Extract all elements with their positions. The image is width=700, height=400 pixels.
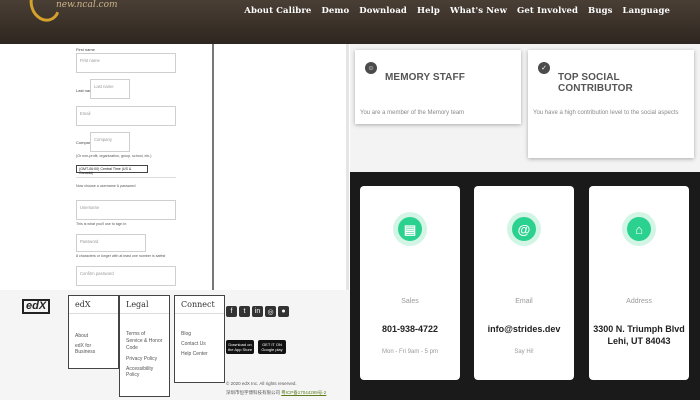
badge-card-top-contributor: ✓ TOP SOCIAL CONTRIBUTOR You have a high… — [528, 50, 694, 158]
top-navigation-bar: new.ncal.com About Calibre Demo Download… — [0, 0, 700, 44]
footer-col-legal: Legal Terms of Service & Honor Code Priv… — [119, 295, 170, 397]
footer-link-accessibility[interactable]: Accessibility Policy — [120, 364, 169, 380]
site-footer: edX edX About edX for Business Legal Ter… — [0, 290, 350, 400]
nav-help[interactable]: Help — [417, 6, 440, 16]
social-links: f t in ◎ ● — [226, 306, 289, 317]
instagram-icon[interactable]: ◎ — [265, 306, 276, 317]
icp-line: 深圳市恒宇博科技有限公司 粤ICP备17044299号-2 — [226, 390, 327, 395]
badge-title: TOP SOCIAL CONTRIBUTOR — [558, 72, 633, 94]
confirm-password-field[interactable]: Confirm password — [76, 266, 176, 286]
password-note: 8 characters or longer with at least one… — [76, 254, 166, 258]
copyright-text: © 2020 edX Inc. All rights reserved. — [226, 381, 297, 386]
badge-description: You are a member of the Memory team — [360, 110, 465, 116]
shield-check-icon: ✓ — [538, 62, 550, 74]
app-store-badge[interactable]: Download on the App Store — [226, 340, 254, 354]
badge-title: MEMORY STAFF — [385, 72, 465, 83]
contact-section: ▤ Sales 801-938-4722 Mon - Fri 9am - 5 p… — [350, 172, 700, 400]
last-name-field[interactable]: Last name — [90, 79, 130, 99]
form-divider — [76, 177, 176, 178]
timezone-select[interactable]: (GMT-06:00) Central Time (US & Canada) — [76, 165, 148, 175]
linkedin-icon[interactable]: in — [252, 306, 263, 317]
edx-logo[interactable]: edX — [22, 299, 51, 314]
avatar-icon: ☺ — [365, 62, 377, 74]
footer-col-title: edX — [69, 296, 118, 314]
site-logo-text[interactable]: new.ncal.com — [56, 0, 118, 10]
badge-card-memory-staff: ☺ MEMORY STAFF You are a member of the M… — [355, 50, 521, 124]
google-play-badge[interactable]: GET IT ON Google play — [258, 340, 286, 354]
nav-download[interactable]: Download — [359, 6, 407, 16]
footer-col-title: Connect — [175, 296, 224, 314]
contact-address[interactable]: 3300 N. Triumph Blvd Lehi, UT 84043 — [589, 323, 689, 347]
company-field[interactable]: Company — [90, 132, 130, 152]
at-icon: @ — [512, 217, 536, 241]
username-note: This is what you'll use to sign in. — [76, 222, 128, 226]
footer-link-contact[interactable]: Contact Us — [175, 339, 224, 349]
contact-label: Sales — [401, 298, 419, 305]
signup-form-panel: First name First name Last name Last nam… — [0, 44, 350, 290]
nav-whats-new[interactable]: What's New — [450, 6, 507, 16]
footer-link-privacy[interactable]: Privacy Policy — [120, 354, 169, 364]
first-name-field[interactable]: First name — [76, 53, 176, 73]
nav-language[interactable]: Language — [623, 6, 670, 16]
footer-col-connect: Connect Blog Contact Us Help Center — [174, 295, 225, 383]
footer-link-help-center[interactable]: Help Center — [175, 349, 224, 359]
nav-demo[interactable]: Demo — [321, 6, 349, 16]
achievements-section: ☺ MEMORY STAFF You are a member of the M… — [350, 44, 700, 172]
screen: new.ncal.com About Calibre Demo Download… — [0, 0, 700, 400]
contact-phone[interactable]: 801-938-4722 — [360, 323, 460, 335]
location-icon: ⌂ — [627, 217, 651, 241]
address-line-1: 3300 N. Triumph Blvd — [593, 324, 685, 334]
contact-card-address: ⌂ Address 3300 N. Triumph Blvd Lehi, UT … — [589, 186, 689, 380]
contact-card-email: @ Email info@strides.dev Say Hi! — [474, 186, 574, 380]
contact-email[interactable]: info@strides.dev — [474, 323, 574, 335]
icp-link[interactable]: 粤ICP备17044299号-2 — [281, 390, 326, 395]
scrollbar-track[interactable] — [346, 44, 349, 290]
reddit-icon[interactable]: ● — [278, 306, 289, 317]
twitter-icon[interactable]: t — [239, 306, 250, 317]
nav-about[interactable]: About Calibre — [244, 6, 311, 16]
footer-col-edx: edX About edX for Business — [68, 295, 119, 369]
contact-greeting: Say Hi! — [514, 349, 534, 355]
contact-label: Address — [626, 298, 652, 305]
password-field[interactable]: Password — [76, 234, 146, 252]
phone-icon: ▤ — [398, 217, 422, 241]
footer-col-title: Legal — [120, 296, 169, 314]
credentials-heading: Now choose a username & password — [76, 184, 136, 188]
footer-link-edx-business[interactable]: edX for Business — [69, 341, 118, 357]
contact-card-sales: ▤ Sales 801-938-4722 Mon - Fri 9am - 5 p… — [360, 186, 460, 380]
nav-get-involved[interactable]: Get Involved — [517, 6, 578, 16]
facebook-icon[interactable]: f — [226, 306, 237, 317]
form-border — [212, 44, 214, 290]
first-name-label: First name — [76, 47, 95, 52]
footer-link-terms[interactable]: Terms of Service & Honor Code — [120, 329, 169, 354]
address-line-2: Lehi, UT 84043 — [607, 336, 671, 346]
footer-link-blog[interactable]: Blog — [175, 329, 224, 339]
company-note: (Or non-profit, organization, group, sch… — [76, 154, 152, 158]
email-field[interactable]: Email — [76, 106, 176, 126]
main-nav: About Calibre Demo Download Help What's … — [244, 6, 670, 16]
contact-hours: Mon - Fri 9am - 5 pm — [381, 349, 438, 355]
badge-description: You have a high contribution level to th… — [533, 110, 679, 116]
username-field[interactable]: Username — [76, 200, 176, 220]
nav-bugs[interactable]: Bugs — [588, 6, 613, 16]
footer-link-about[interactable]: About — [69, 331, 118, 341]
contact-label: Email — [515, 298, 533, 305]
